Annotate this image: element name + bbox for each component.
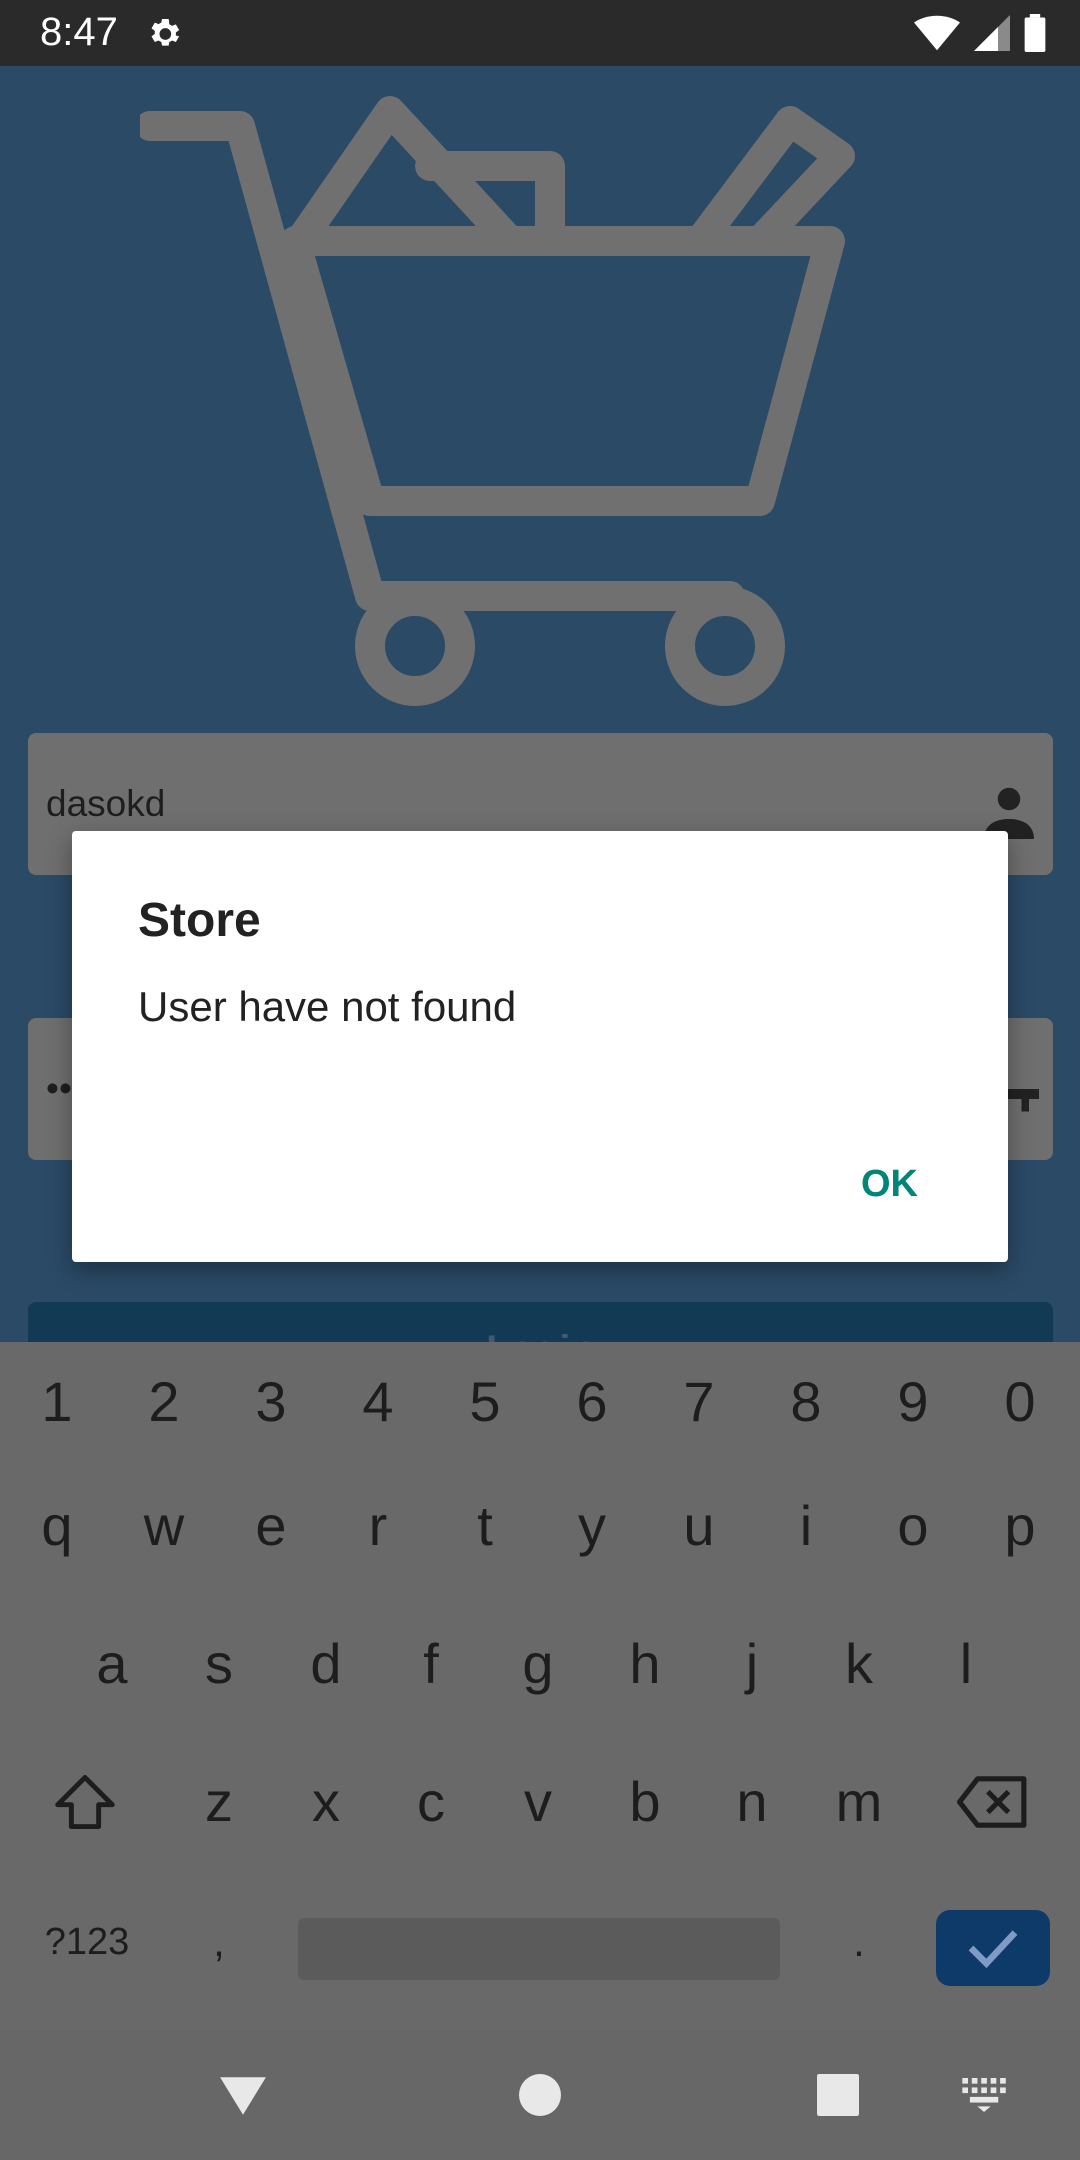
key-z[interactable]: z [166,1742,272,1862]
battery-icon [1024,14,1046,52]
keyboard-number-row: 1 2 3 4 5 6 7 8 9 0 [0,1342,1080,1462]
key-6[interactable]: 6 [539,1342,645,1462]
key-n[interactable]: n [699,1742,805,1862]
period-key[interactable]: . [806,1882,912,2002]
key-5[interactable]: 5 [432,1342,538,1462]
username-value: dasokd [46,783,166,824]
dialog-message: User have not found [138,983,517,1030]
keyboard-switch-icon[interactable] [962,2078,1008,2112]
key-d[interactable]: d [273,1604,379,1724]
soft-keyboard: 1 2 3 4 5 6 7 8 9 0 q w e r t y u i o p … [0,1342,1080,2030]
wifi-icon [914,15,960,51]
key-g[interactable]: g [485,1604,591,1724]
space-key[interactable] [298,1918,780,1980]
login-button-label: Login [28,1328,1053,1342]
key-j[interactable]: j [699,1604,805,1724]
status-time: 8:47 [40,10,118,54]
person-icon [984,787,1034,839]
shift-key[interactable] [32,1742,138,1862]
key-t[interactable]: t [432,1466,538,1586]
login-button[interactable]: Login [28,1302,1053,1342]
shift-icon [55,1775,115,1829]
key-9[interactable]: 9 [860,1342,966,1462]
status-indicators [914,14,1046,52]
cellular-signal-icon [974,15,1010,51]
key-2[interactable]: 2 [111,1342,217,1462]
dialog-title: Store [138,894,261,947]
status-bar: 8:47 [0,0,1080,66]
key-3[interactable]: 3 [218,1342,324,1462]
checkmark-icon [968,1930,1018,1969]
gear-icon [151,19,180,46]
key-p[interactable]: p [967,1466,1073,1586]
keyboard-row-asdf: a s d f g h j k l [0,1604,1080,1724]
key-l[interactable]: l [913,1604,1019,1724]
key-0[interactable]: 0 [967,1342,1073,1462]
key-4[interactable]: 4 [325,1342,431,1462]
key-a[interactable]: a [59,1604,165,1724]
key-r[interactable]: r [325,1466,431,1586]
password-value: •• [46,1068,72,1109]
key-c[interactable]: c [378,1742,484,1862]
key-q[interactable]: q [4,1466,110,1586]
backspace-key[interactable] [940,1742,1046,1862]
ok-button[interactable]: OK [861,1163,918,1206]
key-f[interactable]: f [378,1604,484,1724]
key-v[interactable]: v [485,1742,591,1862]
key-m[interactable]: m [806,1742,912,1862]
home-icon[interactable] [519,2074,561,2116]
backspace-icon [957,1776,1027,1828]
key-w[interactable]: w [111,1466,217,1586]
key-s[interactable]: s [166,1604,272,1724]
back-icon[interactable] [218,2074,268,2118]
key-o[interactable]: o [860,1466,966,1586]
alert-dialog: Store User have not found OK [72,831,1008,1262]
key-y[interactable]: y [539,1466,645,1586]
comma-key[interactable]: , [166,1882,272,2002]
symbols-key[interactable]: ?123 [32,1882,142,2002]
key-x[interactable]: x [273,1742,379,1862]
key-i[interactable]: i [753,1466,859,1586]
navigation-bar [0,2030,1080,2160]
key-k[interactable]: k [806,1604,912,1724]
key-u[interactable]: u [646,1466,752,1586]
enter-key[interactable] [936,1910,1050,1986]
key-7[interactable]: 7 [646,1342,752,1462]
key-8[interactable]: 8 [753,1342,859,1462]
keyboard-row-qwerty: q w e r t y u i o p [0,1466,1080,1586]
key-b[interactable]: b [592,1742,698,1862]
key-h[interactable]: h [592,1604,698,1724]
key-1[interactable]: 1 [4,1342,110,1462]
key-e[interactable]: e [218,1466,324,1586]
shopping-cart-icon [140,96,855,706]
keyboard-row-zxcv: z x c v b n m [0,1742,1080,1862]
recents-icon[interactable] [817,2074,859,2116]
